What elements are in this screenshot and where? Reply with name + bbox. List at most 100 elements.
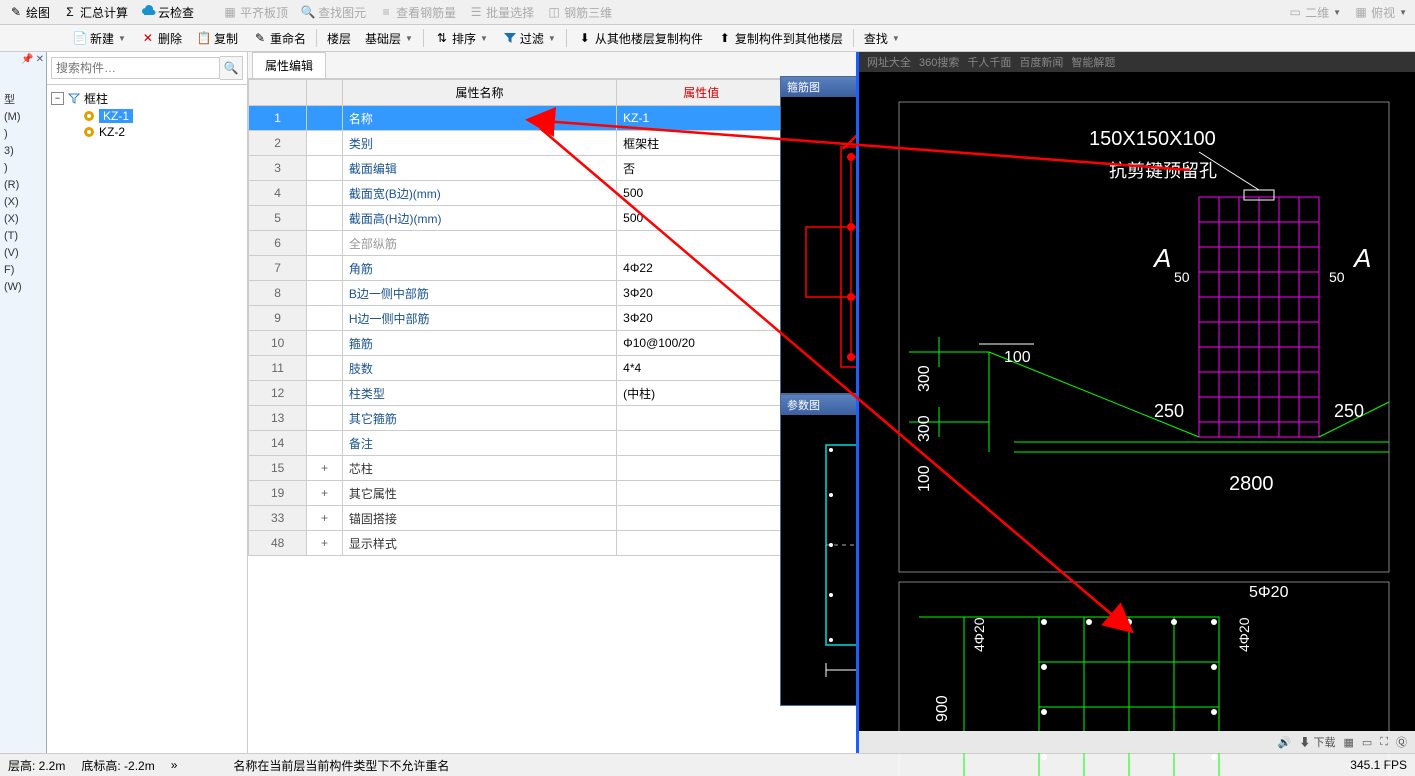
find-element-button[interactable]: 🔍查找图元 xyxy=(296,2,370,23)
dock-item[interactable]: (T) xyxy=(4,228,46,245)
expand-cell[interactable]: + xyxy=(307,481,343,506)
property-value[interactable] xyxy=(617,506,786,531)
property-value[interactable]: 4*4 xyxy=(617,356,786,381)
property-value[interactable]: 3Φ20 xyxy=(617,281,786,306)
property-value[interactable] xyxy=(617,456,786,481)
dock-item[interactable]: 型 xyxy=(4,92,46,109)
dock-item[interactable]: F) xyxy=(4,262,46,279)
property-value[interactable]: 否 xyxy=(617,156,786,181)
property-value[interactable] xyxy=(617,531,786,556)
property-grid[interactable]: 属性名称 属性值 附加 1 名称 KZ-1 2 类别 框架柱 3 截面编辑 否 … xyxy=(248,79,856,753)
percent-icon[interactable]: Ⓠ xyxy=(1396,734,1407,750)
property-value[interactable]: 500 xyxy=(617,206,786,231)
expand-cell[interactable]: + xyxy=(307,506,343,531)
property-value[interactable]: 500 xyxy=(617,181,786,206)
batch-select-button[interactable]: ☰批量选择 xyxy=(464,2,538,23)
download-button[interactable]: ⬇ 下载 xyxy=(1299,734,1335,750)
property-row[interactable]: 6 全部纵筋 xyxy=(249,231,856,256)
chevron-down-icon: ▼ xyxy=(892,34,900,43)
property-value[interactable]: 框架柱 xyxy=(617,131,786,156)
dock-item[interactable]: (W) xyxy=(4,279,46,296)
pin-icon[interactable]: 📌 xyxy=(21,54,33,65)
delete-button[interactable]: ✕删除 xyxy=(134,28,188,49)
property-row[interactable]: 15 + 芯柱 xyxy=(249,456,856,481)
property-row[interactable]: 33 + 锚固搭接 xyxy=(249,506,856,531)
draw-button[interactable]: ✎绘图 xyxy=(4,2,54,23)
property-row[interactable]: 14 备注 xyxy=(249,431,856,456)
dock-item[interactable]: ) xyxy=(4,160,46,177)
sort-button[interactable]: ⇅排序▼ xyxy=(428,28,494,49)
property-row[interactable]: 5 截面高(H边)(mm) 500 xyxy=(249,206,856,231)
dock-item[interactable]: (X) xyxy=(4,211,46,228)
property-value[interactable]: 3Φ20 xyxy=(617,306,786,331)
new-button[interactable]: 📄新建▼ xyxy=(66,28,132,49)
dock-item[interactable]: (X) xyxy=(4,194,46,211)
copy-to-floor-button[interactable]: ⬆复制构件到其他楼层 xyxy=(711,28,849,49)
browser-tab[interactable]: 网址大全 xyxy=(867,54,911,70)
property-row[interactable]: 19 + 其它属性 xyxy=(249,481,856,506)
filter-button[interactable]: 过滤▼ xyxy=(496,28,562,49)
status-more-icon[interactable]: » xyxy=(171,758,178,772)
dock-item[interactable]: (M) xyxy=(4,109,46,126)
align-top-button[interactable]: ▦平齐板顶 xyxy=(218,2,292,23)
speaker-icon[interactable]: 🔊 xyxy=(1278,736,1292,749)
property-value[interactable] xyxy=(617,406,786,431)
tree-root[interactable]: − 框柱 xyxy=(51,89,243,108)
check-steel-button[interactable]: ≡查看钢筋量 xyxy=(374,2,460,23)
dock-item[interactable]: 3) xyxy=(4,143,46,160)
property-row[interactable]: 9 H边一侧中部筋 3Φ20 xyxy=(249,306,856,331)
property-value[interactable] xyxy=(617,481,786,506)
phone-icon[interactable]: ▭ xyxy=(1362,736,1372,749)
tree-item-kz2[interactable]: KZ-2 xyxy=(51,124,243,140)
topview-button[interactable]: ▦俯视▼ xyxy=(1349,2,1411,23)
browser-tab[interactable]: 百度新闻 xyxy=(1019,54,1063,70)
steel-3d-button[interactable]: ◫钢筋三维 xyxy=(542,2,616,23)
property-row[interactable]: 13 其它箍筋 xyxy=(249,406,856,431)
tab-property-edit[interactable]: 属性编辑 xyxy=(252,52,326,78)
dock-item[interactable]: (R) xyxy=(4,177,46,194)
dock-item[interactable]: ) xyxy=(4,126,46,143)
expand-cell[interactable]: + xyxy=(307,456,343,481)
property-value[interactable]: KZ-1 xyxy=(617,106,786,131)
property-row[interactable]: 7 角筋 4Φ22 xyxy=(249,256,856,281)
sigma-button[interactable]: Σ汇总计算 xyxy=(58,2,132,23)
property-value[interactable]: 4Φ22 xyxy=(617,256,786,281)
property-row[interactable]: 3 截面编辑 否 xyxy=(249,156,856,181)
find-button[interactable]: 查找▼ xyxy=(858,28,906,49)
label-A-left: A xyxy=(1152,243,1171,273)
search-button[interactable]: 🔍 xyxy=(220,56,243,80)
close-icon[interactable]: ✕ xyxy=(36,54,44,65)
property-row[interactable]: 4 截面宽(B边)(mm) 500 xyxy=(249,181,856,206)
collapse-icon[interactable]: − xyxy=(51,92,64,105)
browser-tab[interactable]: 千人千面 xyxy=(967,54,1011,70)
property-row[interactable]: 1 名称 KZ-1 xyxy=(249,106,856,131)
dock-item[interactable]: (V) xyxy=(4,245,46,262)
expand-cell[interactable]: + xyxy=(307,531,343,556)
cad-viewer[interactable]: 网址大全 360搜索 千人千面 百度新闻 智能解题 xyxy=(856,52,1415,753)
tree-item-kz1[interactable]: KZ-1 xyxy=(51,108,243,124)
expand-cell xyxy=(307,356,343,381)
property-row[interactable]: 11 肢数 4*4 xyxy=(249,356,856,381)
rename-button[interactable]: ✎重命名 xyxy=(246,28,312,49)
property-row[interactable]: 48 + 显示样式 xyxy=(249,531,856,556)
property-row[interactable]: 12 柱类型 (中柱) xyxy=(249,381,856,406)
browser-tab[interactable]: 智能解题 xyxy=(1071,54,1115,70)
grid-icon[interactable]: ▦ xyxy=(1343,736,1353,749)
expand-icon[interactable]: ⛶ xyxy=(1380,736,1388,749)
row-number: 19 xyxy=(249,481,307,506)
property-value[interactable] xyxy=(617,231,786,256)
property-row[interactable]: 10 箍筋 Φ10@100/20 xyxy=(249,331,856,356)
property-row[interactable]: 2 类别 框架柱 xyxy=(249,131,856,156)
baselayer-dropdown[interactable]: 基础层▼ xyxy=(359,28,419,49)
2d-button[interactable]: ▭二维▼ xyxy=(1283,2,1345,23)
property-row[interactable]: 8 B边一侧中部筋 3Φ20 xyxy=(249,281,856,306)
copy-button[interactable]: 📋复制 xyxy=(190,28,244,49)
property-value[interactable] xyxy=(617,431,786,456)
cloud-check-button[interactable]: 云检查 xyxy=(136,2,198,23)
search-input[interactable] xyxy=(51,57,220,79)
property-value[interactable]: (中柱) xyxy=(617,381,786,406)
copy-from-floor-button[interactable]: ⬇从其他楼层复制构件 xyxy=(571,28,709,49)
property-value[interactable]: Φ10@100/20 xyxy=(617,331,786,356)
browser-tab[interactable]: 360搜索 xyxy=(919,54,959,70)
component-tree[interactable]: − 框柱 KZ-1 KZ-2 xyxy=(47,85,247,753)
